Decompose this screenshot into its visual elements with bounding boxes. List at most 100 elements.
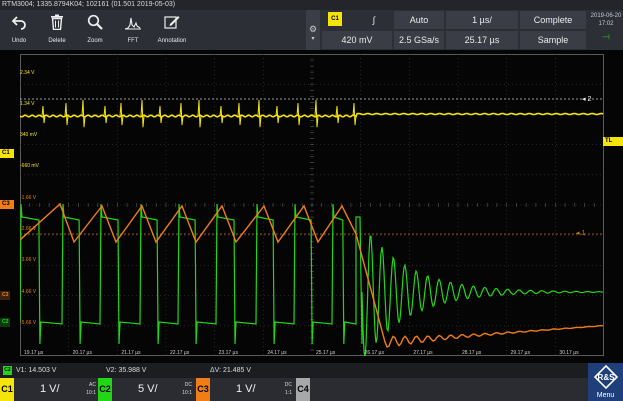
c2-coupling: DC 10:1: [176, 381, 192, 397]
cursor-delta-v: ΔV: 21.485 V: [210, 367, 251, 374]
time-axis-label: 28.17 µs: [462, 350, 482, 356]
chevron-down-icon: ▾: [311, 36, 315, 42]
c1-scale: 1 V/: [40, 383, 60, 395]
trigger-level-marker[interactable]: TL: [603, 137, 623, 146]
trigger-source-badge[interactable]: C1: [328, 12, 342, 26]
cursor-v1: V1: 14.503 V: [16, 367, 57, 374]
date-time: 2019-06-20 17:02 ⟞: [589, 11, 623, 49]
delete-button[interactable]: Delete: [38, 10, 76, 50]
acquisition-mode[interactable]: Sample: [520, 31, 586, 49]
acquisition-panel: C1 ∫ Auto 1 µs/ Complete 420 mV 2.5 GSa/…: [322, 11, 586, 49]
cursor-measurement-bar: C2 V1: 14.503 V V2: 35.988 V ΔV: 21.485 …: [0, 363, 623, 378]
time-axis-label: 23.17 µs: [218, 350, 238, 356]
c1-level-3: 340 mV: [20, 132, 38, 138]
time-per-div[interactable]: 1 µs/: [446, 11, 518, 29]
zoom-button[interactable]: Zoom: [76, 10, 114, 50]
c1-spike: [197, 99, 202, 128]
instrument-title: RTM3004; 1335.8794K04; 102161 (01.501 20…: [0, 0, 623, 10]
c1-level-1: 2.34 V: [20, 70, 35, 76]
setup-toggle-button[interactable]: ⚙ ▾: [306, 10, 320, 50]
c1-spike: [179, 102, 184, 126]
annotation-button[interactable]: Annotation: [152, 10, 192, 50]
c1-spike: [103, 105, 108, 124]
time-axis-label: 20.17 µs: [72, 350, 92, 356]
c1-spike: [64, 102, 69, 126]
channel-c3[interactable]: C3 1 V/ DC 1:1: [196, 378, 296, 401]
c2-tag: C2: [98, 378, 112, 401]
fft-label: FFT: [127, 38, 139, 44]
channel-c4[interactable]: C4: [296, 378, 314, 401]
c1-spike: [81, 99, 86, 128]
usb-icon: ⟞: [602, 31, 610, 41]
c3-marker-label: C3: [2, 201, 10, 207]
run-state[interactable]: Complete: [520, 11, 586, 29]
measure-source-badge[interactable]: C2: [3, 366, 12, 375]
cursor-2-number: 2: [587, 96, 592, 103]
waveform-display[interactable]: C1 C3 C3 C2 TL 2.34 V 1.34 V 340 mV -660…: [0, 50, 623, 363]
c3-level-3: -3.66 V: [20, 257, 37, 263]
c1-spike: [257, 99, 262, 128]
c3-coupling-text: DC: [284, 382, 292, 388]
trigger-level[interactable]: 420 mV: [322, 31, 392, 49]
c2-scale: 5 V/: [138, 383, 158, 395]
pen-icon: [152, 10, 192, 36]
time-axis-label: 22.17 µs: [170, 350, 190, 356]
time: 17:02: [598, 21, 614, 27]
c3-tag: C3: [196, 378, 210, 401]
c2-offset-marker[interactable]: C2: [0, 318, 10, 327]
c3-scale: 1 V/: [236, 383, 256, 395]
c1-spike: [275, 105, 280, 124]
menu-label: Menu: [596, 392, 615, 399]
sample-rate[interactable]: 2.5 GSa/s: [394, 31, 444, 49]
fft-icon: [114, 10, 152, 36]
zoom-icon: [76, 10, 114, 36]
channel-c2[interactable]: C2 5 V/ DC 10:1: [98, 378, 194, 401]
trigger-mode[interactable]: Auto: [394, 11, 444, 29]
channel-c1[interactable]: C1 1 V/ AC 10:1: [0, 378, 98, 401]
c2-coupling-text: DC: [184, 382, 192, 388]
c3-offset-marker[interactable]: C3: [0, 200, 14, 209]
cursor-2-label[interactable]: ◂ 2: [582, 95, 591, 103]
rohde-schwarz-logo-icon: R&S: [593, 364, 618, 390]
trash-icon: [38, 10, 76, 36]
svg-text:R&S: R&S: [597, 373, 615, 382]
time-axis-label: 21.17 µs: [121, 350, 141, 356]
undo-button[interactable]: Undo: [0, 10, 38, 50]
cursor-1-label[interactable]: ◂ 1: [576, 229, 585, 237]
undo-icon: [0, 10, 38, 36]
c1-spike: [352, 102, 357, 126]
graticule: [20, 54, 604, 356]
c1-tag: C1: [0, 378, 14, 401]
time-axis-label: 24.17 µs: [267, 350, 287, 356]
time-axis-label: 29.17 µs: [510, 350, 530, 356]
time-axis-label: 25.17 µs: [316, 350, 336, 356]
c1-ratio: 10:1: [86, 390, 96, 396]
channel-bar: C1 1 V/ AC 10:1 C2 5 V/ DC 10:1 C3 1 V/ DC…: [0, 378, 588, 401]
menu-button[interactable]: R&S Menu: [588, 363, 623, 401]
c1-level-2: 1.34 V: [20, 101, 35, 107]
c1-offset-marker[interactable]: C1: [0, 149, 14, 158]
c1-coupling-text: AC: [89, 382, 96, 388]
c3-level-1: -1.66 V: [20, 195, 37, 201]
cursor-1-number: 1: [581, 230, 586, 237]
c1-spike: [140, 99, 145, 128]
annotation-label: Annotation: [157, 38, 187, 44]
c3-level-2: -2.66 V: [20, 226, 37, 232]
c3-ratio: 1:1: [285, 390, 292, 396]
time-axis-label: 19.17 µs: [24, 350, 44, 356]
c3-level-4: -4.66 V: [20, 289, 37, 295]
c3-coupling: DC 1:1: [276, 381, 292, 397]
fft-button[interactable]: FFT: [114, 10, 152, 50]
c3-ref-marker[interactable]: C3: [0, 291, 10, 300]
waveform-plot: [20, 54, 604, 356]
undo-label: Undo: [11, 38, 27, 44]
c1-spike: [335, 105, 340, 124]
cursor-v2: V2: 35.988 V: [106, 367, 147, 374]
zoom-label: Zoom: [87, 38, 103, 44]
trigger-offset[interactable]: 25.17 µs: [446, 31, 518, 49]
gear-icon: ⚙: [308, 24, 318, 34]
time-axis-label: 30.17 µs: [559, 350, 579, 356]
trigger-slope-icon[interactable]: ∫: [356, 11, 392, 29]
time-axis-label: 26.17 µs: [364, 350, 384, 356]
delete-label: Delete: [48, 38, 66, 44]
